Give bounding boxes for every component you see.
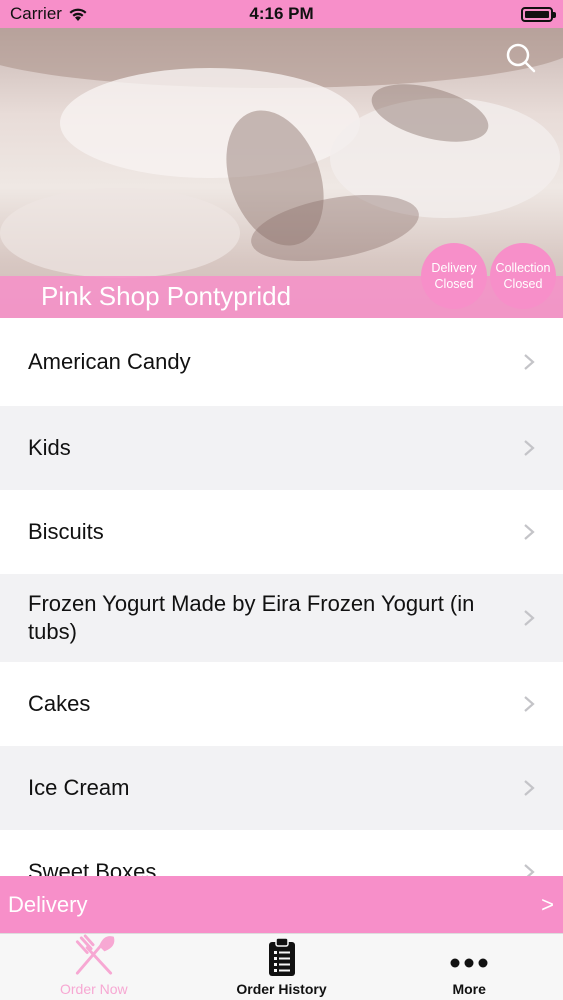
tab-order-now[interactable]: Order Now	[0, 934, 188, 1000]
status-left: Carrier	[10, 4, 88, 24]
collection-status-badge: Collection Closed	[490, 243, 556, 309]
tab-order-history[interactable]: Order History	[188, 934, 376, 1000]
more-dots-icon	[450, 958, 488, 968]
hero-banner: Pink Shop Pontypridd Delivery Closed Col…	[0, 28, 563, 318]
chevron-right-icon	[524, 354, 535, 370]
tab-order-now-label: Order Now	[59, 981, 128, 997]
tab-bar: Order Now Order History More	[0, 933, 563, 1000]
status-bar: Carrier 4:16 PM	[0, 0, 563, 28]
category-item-kids[interactable]: Kids	[0, 406, 563, 490]
battery-icon	[521, 6, 556, 22]
category-label: Ice Cream	[28, 775, 130, 800]
delivery-mode-arrow: >	[541, 891, 554, 917]
category-item-ice-cream[interactable]: Ice Cream	[0, 746, 563, 830]
category-label: American Candy	[28, 349, 191, 374]
tab-order-history-label: Order History	[236, 981, 327, 997]
chevron-right-icon	[524, 440, 535, 456]
fork-knife-icon	[75, 934, 115, 975]
delivery-status-line2: Closed	[434, 277, 474, 291]
chevron-right-icon	[524, 780, 535, 796]
category-list: American Candy Kids Biscuits Frozen Yogu…	[0, 318, 563, 914]
collection-status-line2: Closed	[503, 277, 543, 291]
category-label: Kids	[28, 435, 71, 460]
delivery-mode-bar[interactable]: Delivery >	[0, 876, 563, 933]
search-icon[interactable]	[505, 42, 537, 74]
category-label: Cakes	[28, 691, 91, 716]
chevron-right-icon	[524, 524, 535, 540]
chevron-right-icon	[524, 696, 535, 712]
category-label: Biscuits	[28, 519, 104, 544]
tab-more[interactable]: More	[375, 934, 563, 1000]
category-label: Frozen Yogurt Made by Eira Frozen Yogurt…	[28, 591, 475, 644]
carrier-label: Carrier	[10, 4, 62, 23]
tab-more-label: More	[452, 981, 486, 997]
chevron-right-icon	[524, 610, 535, 626]
collection-status-line1: Collection	[495, 261, 551, 275]
category-item-biscuits[interactable]: Biscuits	[0, 490, 563, 574]
shop-name: Pink Shop Pontypridd	[41, 281, 292, 311]
category-item-frozen-yogurt[interactable]: Frozen Yogurt Made by Eira Frozen Yogurt…	[0, 574, 563, 662]
delivery-status-badge: Delivery Closed	[421, 243, 487, 309]
category-item-cakes[interactable]: Cakes	[0, 662, 563, 746]
delivery-status-line1: Delivery	[431, 261, 477, 275]
category-item-american-candy[interactable]: American Candy	[0, 318, 563, 406]
wifi-icon	[69, 8, 87, 21]
delivery-mode-label: Delivery	[8, 891, 88, 917]
clipboard-icon	[268, 937, 295, 976]
